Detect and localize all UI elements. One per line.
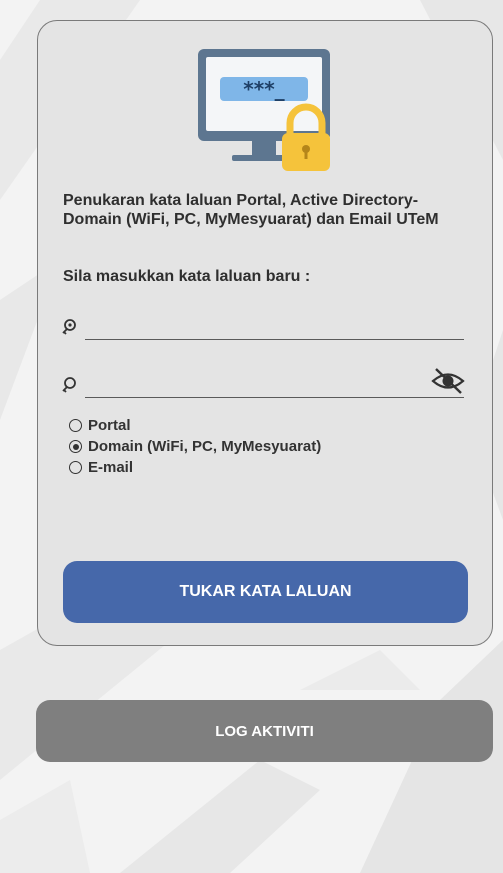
page-heading: Penukaran kata laluan Portal, Active Dir… xyxy=(63,192,439,228)
radio-option-email[interactable]: E-mail xyxy=(69,457,321,478)
radio-label: Domain (WiFi, PC, MyMesyuarat) xyxy=(88,438,322,455)
key-icon xyxy=(62,377,76,393)
instruction-text: Sila masukkan kata laluan baru : xyxy=(63,268,311,285)
eye-slash-icon[interactable] xyxy=(430,366,466,396)
password-change-card: ***_ Penukaran kata laluan Portal, Activ… xyxy=(37,20,493,646)
confirm-password-field xyxy=(60,366,466,398)
new-password-input[interactable] xyxy=(86,315,424,337)
radio-label: E-mail xyxy=(88,459,134,476)
confirm-password-input[interactable] xyxy=(86,373,424,395)
radio-option-portal[interactable]: Portal xyxy=(69,415,321,436)
radio-option-domain[interactable]: Domain (WiFi, PC, MyMesyuarat) xyxy=(69,436,321,457)
key-icon xyxy=(62,319,76,335)
screen-password-text: ***_ xyxy=(243,77,284,101)
new-password-underline xyxy=(85,339,464,340)
radio-label: Portal xyxy=(88,417,131,434)
new-password-field xyxy=(60,310,464,340)
change-password-button[interactable]: TUKAR KATA LALUAN xyxy=(63,561,468,623)
monitor-lock-illustration: ***_ xyxy=(198,49,330,171)
activity-log-button[interactable]: LOG AKTIVITI xyxy=(36,700,493,762)
radio-checked-icon xyxy=(69,440,82,453)
radio-unchecked-icon xyxy=(69,461,82,474)
confirm-password-underline xyxy=(85,397,464,398)
radio-unchecked-icon xyxy=(69,419,82,432)
account-type-radio-group: Portal Domain (WiFi, PC, MyMesyuarat) E-… xyxy=(69,415,321,478)
